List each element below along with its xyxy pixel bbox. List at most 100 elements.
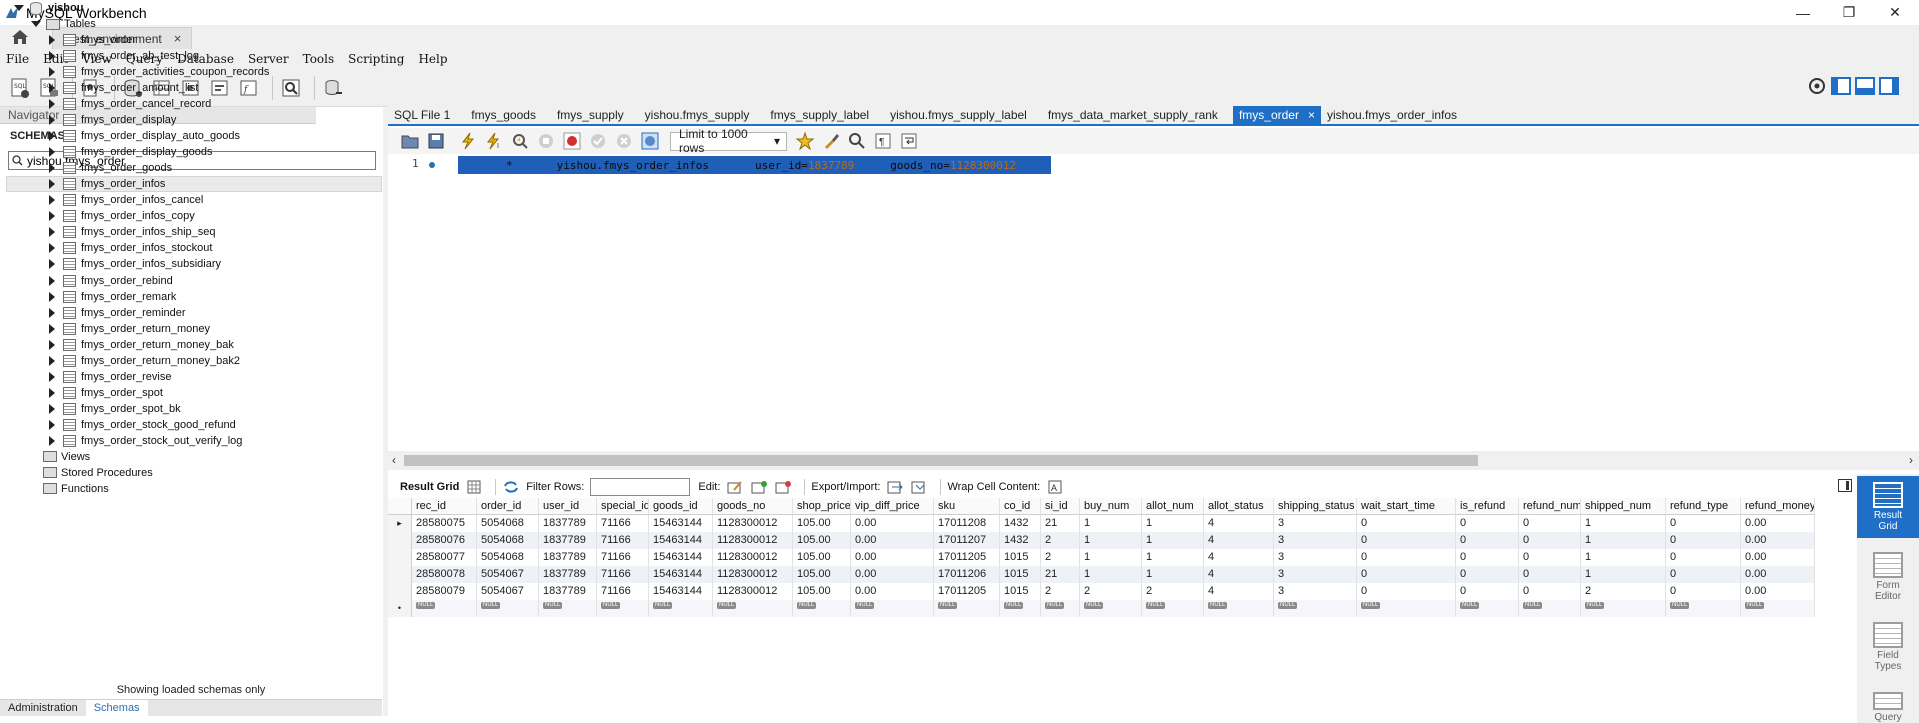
table-row[interactable]: 28580079 5054067 1837789 71166 15463144 11283… <box>388 583 1815 600</box>
table-node[interactable]: fmys_order_spot_bk <box>49 401 181 417</box>
expand-triangle-icon[interactable] <box>49 259 55 270</box>
grid-cell[interactable]: 5054068 <box>477 515 539 532</box>
grid-cell[interactable]: 2 <box>1041 583 1080 600</box>
add-snippet-star-icon[interactable] <box>795 131 815 151</box>
grid-cell[interactable]: 28580079 <box>412 583 477 600</box>
grid-cell[interactable]: 1432 <box>1000 515 1041 532</box>
grid-cell[interactable]: 1837789 <box>539 583 597 600</box>
row-gutter[interactable] <box>388 583 412 600</box>
table-node[interactable]: fmys_order_return_money_bak <box>49 337 234 353</box>
stored-procedures-node[interactable]: Stored Procedures <box>43 465 153 481</box>
column-header[interactable]: allot_num <box>1142 498 1204 515</box>
grid-cell[interactable]: 0.00 <box>1741 566 1815 583</box>
toggle-sidebar-icon[interactable] <box>1831 77 1851 98</box>
grid-cell[interactable]: 1128300012 <box>713 532 793 549</box>
null-cell[interactable]: NULL <box>713 600 793 617</box>
table-node[interactable]: fmys_order_revise <box>49 369 171 385</box>
grid-cell[interactable]: 105.00 <box>793 566 851 583</box>
row-gutter[interactable]: ▸ <box>388 515 412 532</box>
grid-cell[interactable]: 3 <box>1274 566 1357 583</box>
column-header[interactable]: rec_id <box>412 498 477 515</box>
expand-triangle-icon[interactable] <box>49 307 55 318</box>
grid-cell[interactable]: 1837789 <box>539 549 597 566</box>
table-node[interactable]: fmys_order_display <box>49 112 176 128</box>
insert-row-icon[interactable] <box>750 479 768 495</box>
column-header[interactable]: shipping_status <box>1274 498 1357 515</box>
table-node[interactable]: fmys_order_infos_copy <box>49 208 195 224</box>
grid-cell[interactable]: 15463144 <box>649 566 713 583</box>
scroll-thumb[interactable] <box>404 455 1478 466</box>
expand-triangle-icon[interactable] <box>49 67 55 78</box>
expand-triangle-icon[interactable] <box>49 339 55 350</box>
menu-file[interactable]: File <box>6 52 29 66</box>
grid-cell[interactable]: 28580077 <box>412 549 477 566</box>
grid-cell[interactable]: 71166 <box>597 549 649 566</box>
table-node[interactable]: fmys_order_display_auto_goods <box>49 128 240 144</box>
null-cell[interactable]: NULL <box>649 600 713 617</box>
sql-editor[interactable]: 1 * yishou.fmys_order_infos user_id= 183778… <box>388 154 1919 450</box>
functions-node[interactable]: Functions <box>43 481 109 497</box>
null-cell[interactable]: NULL <box>539 600 597 617</box>
null-cell[interactable]: NULL <box>1456 600 1519 617</box>
grid-cell[interactable]: 1128300012 <box>713 549 793 566</box>
grid-cell[interactable]: 0 <box>1456 583 1519 600</box>
grid-cell[interactable]: 17011205 <box>934 549 1000 566</box>
grid-cell[interactable]: 0 <box>1666 515 1741 532</box>
grid-cell[interactable]: 1 <box>1581 532 1666 549</box>
grid-cell[interactable]: 71166 <box>597 566 649 583</box>
expand-triangle-icon[interactable] <box>49 35 55 46</box>
refresh-results-icon[interactable] <box>502 479 520 495</box>
grid-cell[interactable]: 0.00 <box>1741 515 1815 532</box>
expand-triangle-icon[interactable] <box>49 99 55 110</box>
grid-cell[interactable]: 105.00 <box>793 549 851 566</box>
grid-cell[interactable]: 17011205 <box>934 583 1000 600</box>
expand-triangle-icon[interactable] <box>49 371 55 382</box>
menu-tools[interactable]: Tools <box>303 52 335 66</box>
expand-triangle-icon[interactable] <box>49 147 55 158</box>
grid-cell[interactable]: 2 <box>1041 532 1080 549</box>
grid-cell[interactable]: 0 <box>1666 566 1741 583</box>
editor-tab[interactable]: yishou.fmys_supply <box>639 106 765 125</box>
grid-cell[interactable]: 0.00 <box>1741 583 1815 600</box>
grid-cell[interactable]: 0 <box>1519 515 1581 532</box>
menu-scripting[interactable]: Scripting <box>348 52 404 66</box>
toggle-secondary-sidebar-icon[interactable] <box>1879 77 1899 98</box>
grid-cell[interactable]: 0 <box>1357 583 1456 600</box>
commit-icon[interactable] <box>588 131 608 151</box>
new-sql-tab-icon[interactable]: SQL <box>8 76 32 100</box>
editor-tab[interactable]: fmys_data_market_supply_rank <box>1042 106 1233 125</box>
result-grid-view-button[interactable]: Result Grid <box>1857 476 1919 538</box>
null-cell[interactable]: NULL <box>851 600 934 617</box>
grid-cell[interactable]: 0.00 <box>1741 532 1815 549</box>
delete-row-icon[interactable] <box>774 479 792 495</box>
grid-cell[interactable]: 0.00 <box>851 549 934 566</box>
new-row[interactable]: • NULL NULL NULL NULL NULL NULL NULL NULL NULL NUL… <box>388 600 1815 617</box>
grid-cell[interactable]: 1 <box>1142 549 1204 566</box>
row-gutter[interactable] <box>388 532 412 549</box>
grid-cell[interactable]: 0 <box>1357 549 1456 566</box>
grid-cell[interactable]: 15463144 <box>649 549 713 566</box>
filter-rows-input[interactable] <box>590 478 691 496</box>
grid-cell[interactable]: 1128300012 <box>713 515 793 532</box>
table-row[interactable]: ▸ 28580075 5054068 1837789 71166 15463144 1128… <box>388 515 1815 532</box>
close-tab-icon[interactable]: × <box>1308 108 1315 122</box>
grid-cell[interactable]: 0 <box>1456 549 1519 566</box>
expand-triangle-icon[interactable] <box>49 211 55 222</box>
grid-cell[interactable]: 28580078 <box>412 566 477 583</box>
grid-cell[interactable]: 1 <box>1581 566 1666 583</box>
field-types-button[interactable]: Field Types <box>1857 616 1919 678</box>
grid-cell[interactable]: 1128300012 <box>713 566 793 583</box>
expand-triangle-icon[interactable] <box>49 115 55 126</box>
grid-cell[interactable]: 71166 <box>597 515 649 532</box>
grid-cell[interactable]: 21 <box>1041 566 1080 583</box>
grid-cell[interactable]: 17011208 <box>934 515 1000 532</box>
schema-node[interactable]: yishou <box>14 0 83 16</box>
grid-cell[interactable]: 5054067 <box>477 566 539 583</box>
find-magnifier-icon[interactable] <box>847 131 867 151</box>
scroll-right-icon[interactable]: › <box>1909 453 1913 467</box>
grid-cell[interactable]: 28580076 <box>412 532 477 549</box>
column-header[interactable]: vip_diff_price <box>851 498 934 515</box>
column-header[interactable]: refund_num <box>1519 498 1581 515</box>
table-node[interactable]: fmys_order_activities_coupon_records <box>49 64 269 80</box>
execute-lightning-icon[interactable] <box>458 131 478 151</box>
